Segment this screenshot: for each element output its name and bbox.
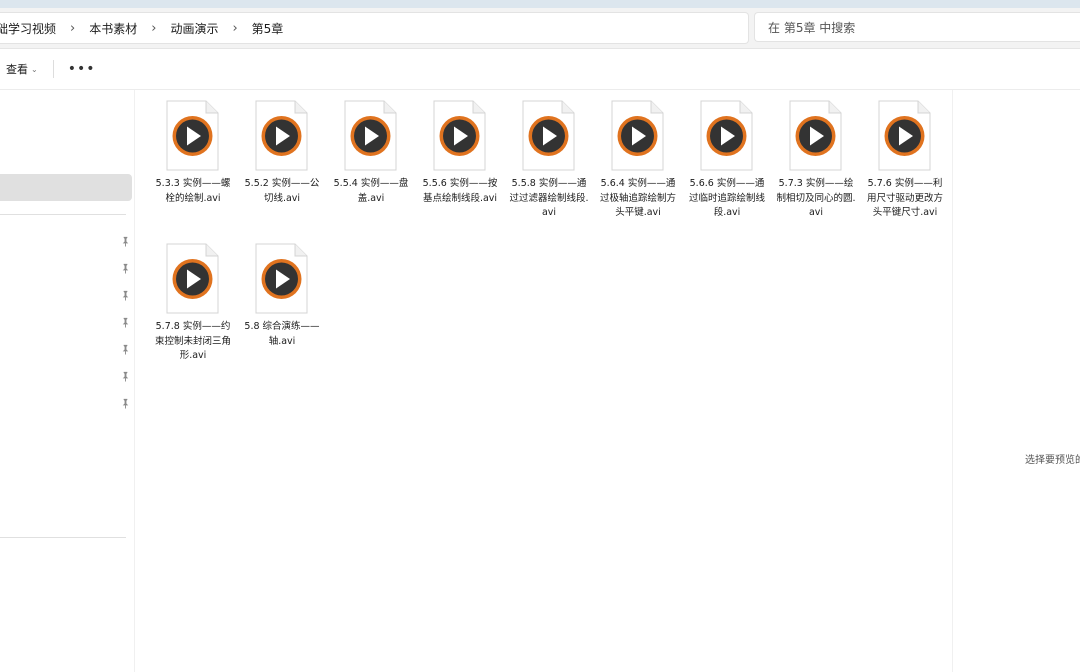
command-bar: 查看 ⌄ ••• [0, 49, 1080, 90]
toolbar-divider [52, 60, 54, 78]
video-file-icon [789, 100, 842, 171]
breadcrumb-item-animation[interactable]: 动画演示 [162, 20, 226, 37]
file-list-area: 5.3.3 实例——螺栓的绘制.avi 5.5.2 实例——公切线.avi 5.5.… [136, 90, 952, 672]
search-placeholder: 在 第5章 中搜索 [768, 20, 856, 35]
sidebar-divider [0, 537, 126, 538]
file-name: 5.5.8 实例——通过过滤器绘制线段.avi [509, 178, 589, 218]
view-menu-button[interactable]: 查看 ⌄ [6, 61, 38, 77]
preview-pane: 选择要预览的 [952, 90, 1080, 672]
file-name: 5.8 综合演练——轴.avi [244, 321, 320, 347]
file-name: 5.5.4 实例——盘盖.avi [333, 178, 409, 204]
pin-icon[interactable] [120, 236, 131, 247]
video-file-icon [611, 100, 664, 171]
breadcrumb-item-materials[interactable]: 本书素材 [81, 20, 145, 37]
file-name: 5.6.6 实例——通过临时追踪绘制线段.avi [688, 178, 765, 218]
pin-icon[interactable] [120, 290, 131, 301]
file-name: 5.5.6 实例——按基点绘制线段.avi [422, 178, 498, 204]
navigation-pane [0, 90, 135, 672]
more-options-button[interactable]: ••• [68, 62, 96, 76]
sidebar-item-selected[interactable] [0, 174, 132, 201]
pin-icon[interactable] [120, 371, 131, 382]
chevron-down-icon: ⌄ [31, 64, 38, 74]
file-name: 5.7.8 实例——约束控制未封闭三角形.avi [154, 321, 231, 361]
file-name: 5.6.4 实例——通过极轴追踪绘制方头平键.avi [599, 178, 676, 218]
pin-icon[interactable] [120, 344, 131, 355]
window-top-strip [0, 0, 1080, 8]
video-file-icon [255, 100, 308, 171]
video-file-icon [344, 100, 397, 171]
pin-icon[interactable] [120, 398, 131, 409]
view-menu-label: 查看 [6, 63, 28, 76]
file-name: 5.5.2 实例——公切线.avi [244, 178, 320, 204]
breadcrumb[interactable]: 础学习视频 › 本书素材 › 动画演示 › 第5章 [0, 12, 749, 44]
chevron-right-icon[interactable]: › [145, 21, 162, 36]
file-name: 5.7.6 实例——利用尺寸驱动更改方头平键尺寸.avi [866, 178, 943, 218]
video-file-icon [255, 243, 308, 314]
sidebar-divider [0, 214, 126, 215]
breadcrumb-item-chapter[interactable]: 第5章 [244, 20, 292, 37]
pin-icon[interactable] [120, 317, 131, 328]
preview-empty-text: 选择要预览的 [1025, 455, 1080, 466]
pin-icon[interactable] [120, 263, 131, 274]
search-input[interactable]: 在 第5章 中搜索 [754, 12, 1080, 42]
chevron-right-icon[interactable]: › [226, 21, 243, 36]
address-bar: 础学习视频 › 本书素材 › 动画演示 › 第5章 在 第5章 中搜索 [0, 8, 1080, 49]
chevron-right-icon[interactable]: › [64, 21, 81, 36]
video-file-icon [166, 100, 219, 171]
video-file-icon [166, 243, 219, 314]
file-name: 5.7.3 实例——绘制相切及同心的圆.avi [776, 178, 856, 218]
video-file-icon [522, 100, 575, 171]
breadcrumb-item-root[interactable]: 础学习视频 [0, 20, 64, 37]
video-file-icon [700, 100, 753, 171]
file-name: 5.3.3 实例——螺栓的绘制.avi [155, 178, 231, 204]
video-file-icon [878, 100, 931, 171]
video-file-icon [433, 100, 486, 171]
